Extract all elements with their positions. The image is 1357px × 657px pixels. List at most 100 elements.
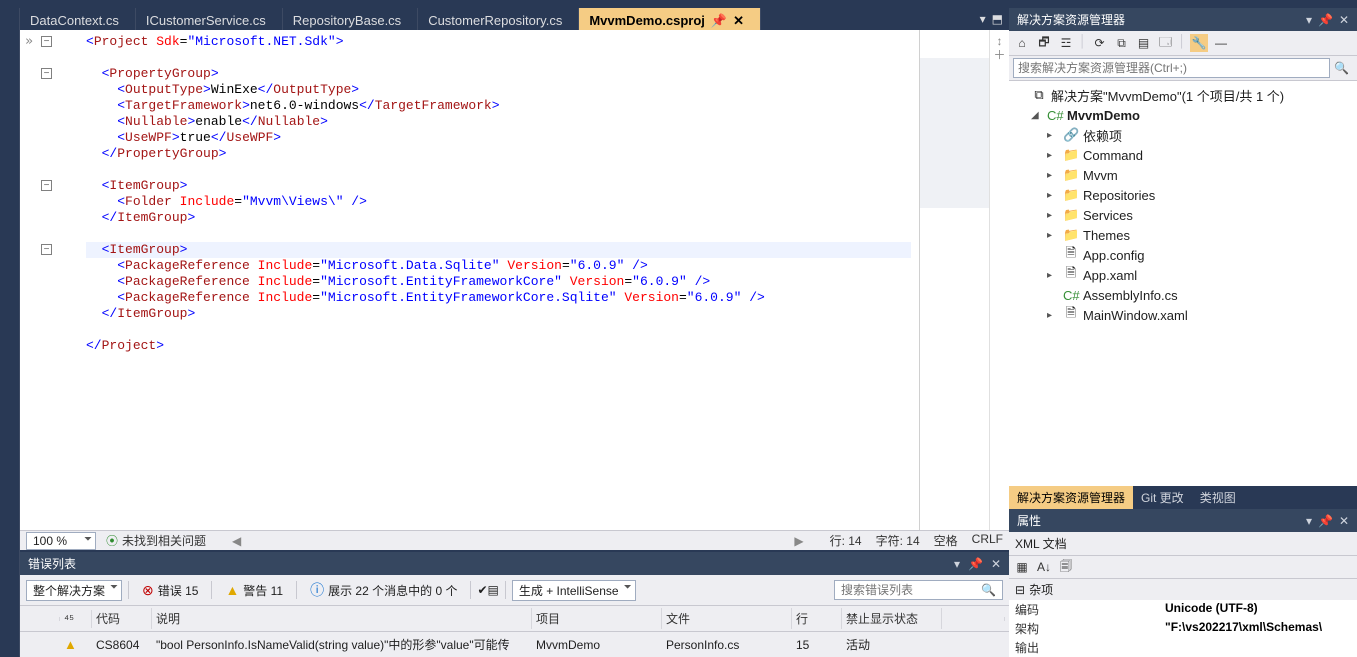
tree-node[interactable]: ▸📁Command [1011, 145, 1355, 165]
prop-value[interactable] [1165, 639, 1351, 656]
build-intellisense-combo[interactable]: 生成 + IntelliSense [512, 580, 636, 601]
errors-filter[interactable]: ⊗错误 15 [135, 580, 205, 601]
warnings-filter[interactable]: ▲警告 11 [218, 580, 290, 601]
tree-node[interactable]: ▸🗎MainWindow.xaml [1011, 305, 1355, 325]
close-icon[interactable]: ✕ [1339, 514, 1349, 528]
split-editor-icon[interactable]: ↕＋ [989, 30, 1009, 530]
fold-toggle[interactable]: − [41, 68, 52, 79]
indent-mode[interactable]: 空格 [934, 532, 958, 549]
props-page-icon[interactable]: 🗐 [1057, 558, 1075, 576]
search-icon[interactable]: 🔍 [1330, 61, 1353, 75]
tree-node[interactable]: ▸🗎App.xaml [1011, 265, 1355, 285]
panel-menu-icon[interactable]: ▾ [1306, 514, 1312, 528]
expand-icon[interactable]: ▸ [1047, 190, 1059, 201]
properties-object[interactable]: XML 文档 [1009, 532, 1357, 556]
preview-icon[interactable]: 🔧 [1190, 34, 1208, 52]
properties-icon[interactable]: 🗔 [1157, 34, 1175, 52]
tree-node[interactable]: 🗎App.config [1011, 245, 1355, 265]
expand-icon[interactable]: ▸ [1047, 170, 1059, 181]
tree-node[interactable]: ▸📁Mvvm [1011, 165, 1355, 185]
props-category[interactable]: ⊟ 杂项 [1009, 579, 1357, 600]
pending-changes-icon[interactable]: ☲ [1057, 34, 1075, 52]
right-tab[interactable]: 解决方案资源管理器 [1009, 486, 1133, 509]
fold-toggle[interactable]: − [41, 244, 52, 255]
properties-grid[interactable]: ⊟ 杂项编码Unicode (UTF-8)架构"F:\vs202217\xml\… [1009, 579, 1357, 657]
node-label: MainWindow.xaml [1083, 308, 1188, 323]
search-icon[interactable]: 🔍 [977, 583, 1000, 597]
solution-search-input[interactable] [1013, 58, 1330, 78]
props-row[interactable]: 架构"F:\vs202217\xml\Schemas\ [1009, 619, 1357, 638]
pin-icon[interactable]: 📌 [968, 557, 983, 571]
pin-icon[interactable]: 📌 [1318, 514, 1333, 528]
error-list-title[interactable]: 错误列表 ▾📌✕ [20, 552, 1009, 575]
fold-toggle[interactable]: − [41, 36, 52, 47]
panel-menu-icon[interactable]: ▾ [954, 557, 960, 571]
close-icon[interactable]: ✕ [991, 557, 1001, 571]
horizontal-scrollbar[interactable]: ◀▶ [222, 535, 814, 547]
solution-explorer-toolbar: ⌂ 🗗 ☲ │ ⟳ ⧉ ▤ 🗔 │ 🔧 — [1009, 31, 1357, 56]
error-search-input[interactable] [837, 581, 977, 599]
breakpoint-margin[interactable]: » [20, 30, 38, 530]
document-tab[interactable]: DataContext.cs [20, 8, 136, 30]
expand-icon[interactable]: ◢ [1031, 110, 1043, 121]
sync-icon[interactable]: ⟳ [1091, 34, 1109, 52]
expand-icon[interactable]: ▸ [1047, 210, 1059, 221]
eol-mode[interactable]: CRLF [972, 532, 1003, 549]
tree-node[interactable]: ▸📁Repositories [1011, 185, 1355, 205]
prop-value[interactable]: "F:\vs202217\xml\Schemas\ [1165, 620, 1351, 637]
outline-margin[interactable]: − − − − [38, 30, 56, 530]
solution-tree[interactable]: ⧉解决方案"MvvmDemo"(1 个项目/共 1 个)◢C#MvvmDemo▸… [1009, 81, 1357, 486]
document-tab[interactable]: RepositoryBase.cs [283, 8, 418, 30]
document-tab[interactable]: MvvmDemo.csproj📌✕ [579, 8, 761, 30]
document-tab[interactable]: CustomerRepository.cs [418, 8, 579, 30]
expand-icon[interactable]: ▸ [1047, 130, 1059, 141]
tree-node[interactable]: ⧉解决方案"MvvmDemo"(1 个项目/共 1 个) [1011, 85, 1355, 105]
issues-status[interactable]: ⦿未找到相关问题 [106, 532, 206, 549]
collapse-icon[interactable]: ⧉ [1113, 34, 1131, 52]
properties-title[interactable]: 属性 ▾📌✕ [1009, 509, 1357, 532]
expand-icon[interactable]: ▸ [1047, 230, 1059, 241]
expand-icon[interactable]: ▸ [1047, 150, 1059, 161]
error-list-columns[interactable]: ⁴⁵ 代码 说明 项目 文件 行 禁止显示状态 [20, 606, 1009, 632]
error-search[interactable]: 🔍 [834, 580, 1003, 600]
show-all-icon[interactable]: ▤ [1135, 34, 1153, 52]
dropdown-icon[interactable]: ▾ [980, 12, 986, 26]
alpha-icon[interactable]: A↓ [1035, 558, 1053, 576]
nav-icon[interactable]: — [1212, 34, 1230, 52]
expand-icon[interactable]: ▸ [1047, 270, 1059, 281]
close-icon[interactable]: ✕ [733, 13, 744, 29]
home-icon[interactable]: ⌂ [1013, 34, 1031, 52]
messages-filter[interactable]: ⓘ展示 22 个消息中的 0 个 [303, 578, 464, 602]
panel-menu-icon[interactable]: ▾ [1306, 13, 1312, 27]
close-icon[interactable]: ✕ [1339, 13, 1349, 27]
tree-node[interactable]: C#AssemblyInfo.cs [1011, 285, 1355, 305]
document-tab[interactable]: ICustomerService.cs [136, 8, 283, 30]
right-tab[interactable]: 类视图 [1192, 486, 1244, 509]
filter-icon[interactable]: ✔▤ [477, 583, 498, 597]
code-editor[interactable]: <Project Sdk="Microsoft.NET.Sdk"> <Prope… [56, 30, 919, 530]
tree-node[interactable]: ◢C#MvvmDemo [1011, 105, 1355, 125]
switch-views-icon[interactable]: 🗗 [1035, 34, 1053, 52]
tree-node[interactable]: ▸🔗依赖项 [1011, 125, 1355, 145]
props-row[interactable]: 输出 [1009, 638, 1357, 657]
prop-value[interactable]: Unicode (UTF-8) [1165, 601, 1351, 618]
minimap[interactable] [919, 30, 989, 530]
props-row[interactable]: 编码Unicode (UTF-8) [1009, 600, 1357, 619]
side-channel[interactable] [0, 8, 20, 657]
scope-combo[interactable]: 整个解决方案 [26, 580, 122, 601]
split-icon[interactable]: ⬒ [992, 12, 1003, 26]
categorized-icon[interactable]: ▦ [1013, 558, 1031, 576]
solution-explorer-title[interactable]: 解决方案资源管理器 ▾📌✕ [1009, 8, 1357, 31]
expand-icon[interactable]: ▸ [1047, 310, 1059, 321]
tree-node[interactable]: ▸📁Services [1011, 205, 1355, 225]
error-list-panel: 错误列表 ▾📌✕ 整个解决方案 ⊗错误 15 ▲警告 11 ⓘ展示 22 个消息… [20, 550, 1009, 657]
pin-icon[interactable]: 📌 [1318, 13, 1333, 27]
right-tab[interactable]: Git 更改 [1133, 486, 1192, 509]
error-row[interactable]: ▲ CS8604 "bool PersonInfo.IsNameValid(st… [20, 632, 1009, 657]
tree-node[interactable]: ▸📁Themes [1011, 225, 1355, 245]
zoom-combo[interactable]: 100 % [26, 532, 96, 550]
pin-icon[interactable]: 📌 [711, 13, 727, 29]
right-panel-tabs: 解决方案资源管理器Git 更改类视图 [1009, 486, 1357, 509]
fold-toggle[interactable]: − [41, 180, 52, 191]
collapse-icon[interactable]: ⊟ [1015, 583, 1025, 597]
